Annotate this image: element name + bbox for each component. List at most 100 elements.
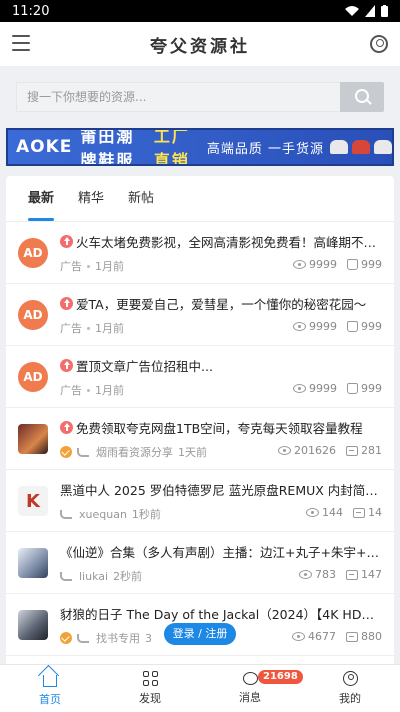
message-icon <box>242 672 258 685</box>
list-item[interactable]: AD 火车太堵免费影视，全网高清影视免费看！高峰期不卡顿 广告 1月前 9999 … <box>6 222 394 284</box>
comment-icon <box>346 445 358 456</box>
system-icons <box>345 5 388 17</box>
post-title[interactable]: 火车太堵免费影视，全网高清影视免费看！高峰期不卡顿 <box>60 232 382 251</box>
avatar[interactable]: AD <box>18 238 48 268</box>
grid-icon <box>142 671 158 686</box>
reply-icon <box>77 633 89 643</box>
shoe-icon <box>330 140 348 154</box>
avatar[interactable]: K <box>18 486 48 516</box>
post-stats: 201626 281 <box>278 444 382 457</box>
signal-icon <box>365 5 375 17</box>
verified-icon <box>60 446 72 458</box>
post-stats: 9999 999 <box>293 320 382 333</box>
view-count: 783 <box>315 568 336 581</box>
post-author: 广告 <box>60 322 82 335</box>
post-time: 1月前 <box>95 384 124 397</box>
eye-icon <box>293 322 306 331</box>
avatar[interactable]: AD <box>18 362 48 392</box>
tab-new-posts[interactable]: 新帖 <box>128 176 154 221</box>
reply-icon <box>60 571 72 581</box>
post-stats: 4677 880 <box>292 630 382 643</box>
tab-latest[interactable]: 最新 <box>28 176 55 221</box>
nav-me[interactable]: 我的 <box>300 665 400 712</box>
pin-up-icon <box>60 421 73 434</box>
list-item[interactable]: 免费领取夸克网盘1TB空间，夸克每天领取容量教程 烟雨看资源分享 1天前 2016… <box>6 408 394 470</box>
post-title[interactable]: 免费领取夸克网盘1TB空间，夸克每天领取容量教程 <box>60 418 382 437</box>
nav-messages[interactable]: 21698 消息 <box>200 665 303 712</box>
banner-tag: 高端品质 一手货源 <box>206 141 324 157</box>
nav-label: 消息 <box>239 691 261 704</box>
comment-count: 880 <box>361 630 382 643</box>
view-count: 9999 <box>309 382 337 395</box>
wifi-icon <box>345 5 359 16</box>
list-item[interactable]: AD 置顶文章广告位招租中... 广告 1月前 9999 999 <box>6 346 394 408</box>
post-meta: 找书专用 3 <box>60 630 152 646</box>
home-icon <box>43 674 57 687</box>
eye-icon <box>292 632 305 641</box>
page-title: 夸父资源社 <box>150 36 250 57</box>
menu-icon[interactable] <box>12 35 30 51</box>
post-list-card: 最新 精华 新帖 AD 火车太堵免费影视，全网高清影视免费看！高峰期不卡顿 广告… <box>6 176 394 676</box>
shoe-icon <box>374 140 392 154</box>
post-title[interactable]: 爱TA，更要爱自己，爱彗星，一个懂你的秘密花园～ <box>60 294 382 313</box>
comment-count: 281 <box>361 444 382 457</box>
post-meta: 广告 1月前 <box>60 258 124 274</box>
like-count: 999 <box>361 382 382 395</box>
search-input[interactable]: 搜一下你想要的资源... <box>16 82 340 112</box>
list-item[interactable]: K 黑道中人 2025 罗伯特德罗尼 蓝光原盘REMUX 内封简英双字 xueq… <box>6 470 394 532</box>
post-title[interactable]: 《仙逆》合集（多人有声剧）主播：边江+丸子+朱宇+梦... <box>60 542 382 561</box>
thumbs-up-icon <box>347 383 358 394</box>
list-item[interactable]: 《仙逆》合集（多人有声剧）主播：边江+丸子+朱宇+梦... liukai 2秒前 … <box>6 532 394 594</box>
post-time: 1月前 <box>95 322 124 335</box>
post-title[interactable]: 置顶文章广告位招租中... <box>60 356 382 375</box>
status-bar: 11:20 <box>0 0 400 22</box>
comment-count: 147 <box>361 568 382 581</box>
eye-icon <box>278 446 291 455</box>
comment-icon <box>346 569 358 580</box>
post-author[interactable]: liukai <box>79 570 108 583</box>
comment-icon <box>346 631 358 642</box>
avatar[interactable] <box>18 424 48 454</box>
view-count: 201626 <box>294 444 336 457</box>
nav-home[interactable]: 首页 <box>0 665 100 712</box>
thumbs-up-icon <box>347 259 358 270</box>
status-time: 11:20 <box>12 3 50 19</box>
tab-featured[interactable]: 精华 <box>78 176 104 221</box>
post-stats: 9999 999 <box>293 382 382 395</box>
nav-discover[interactable]: 发现 <box>100 665 200 712</box>
user-circle-icon[interactable] <box>370 35 388 53</box>
nav-label: 我的 <box>339 692 361 705</box>
post-title[interactable]: 黑道中人 2025 罗伯特德罗尼 蓝光原盘REMUX 内封简英双字 <box>60 480 382 499</box>
avatar[interactable]: AD <box>18 300 48 330</box>
comment-count: 14 <box>368 506 382 519</box>
tab-bar: 最新 精华 新帖 <box>6 176 394 222</box>
battery-icon <box>381 5 388 17</box>
search-button[interactable] <box>340 82 384 112</box>
bottom-nav: 首页 发现 21698 消息 我的 <box>0 664 400 712</box>
post-author[interactable]: xuequan <box>79 508 127 521</box>
banner-ad[interactable]: AOKE 莆田潮牌鞋服 工厂直销 高端品质 一手货源 <box>6 128 394 166</box>
nav-label: 首页 <box>39 692 61 706</box>
shoe-icon <box>352 140 370 154</box>
post-meta: 广告 1月前 <box>60 382 124 398</box>
list-item[interactable]: AD 爱TA，更要爱自己，爱彗星，一个懂你的秘密花园～ 广告 1月前 9999 9… <box>6 284 394 346</box>
pin-up-icon <box>60 359 73 372</box>
post-meta: 烟雨看资源分享 1天前 <box>60 444 207 460</box>
app-bar: 夸父资源社 <box>0 22 400 66</box>
post-stats: 9999 999 <box>293 258 382 271</box>
view-count: 9999 <box>309 258 337 271</box>
comment-icon <box>353 507 365 518</box>
login-register-button[interactable]: 登录 / 注册 <box>164 623 236 645</box>
verified-icon <box>60 632 72 644</box>
post-stats: 783 147 <box>299 568 382 581</box>
eye-icon <box>293 260 306 269</box>
avatar[interactable] <box>18 548 48 578</box>
nav-label: 发现 <box>139 692 161 705</box>
banner-brand: AOKE <box>16 137 73 157</box>
post-author[interactable]: 烟雨看资源分享 <box>96 444 173 460</box>
post-time: 2秒前 <box>113 570 143 583</box>
avatar[interactable] <box>18 610 48 640</box>
post-title[interactable]: 豺狼的日子 The Day of the Jackal（2024）【4K HDR… <box>60 604 382 623</box>
post-author: 广告 <box>60 384 82 397</box>
post-author[interactable]: 找书专用 <box>96 630 140 646</box>
